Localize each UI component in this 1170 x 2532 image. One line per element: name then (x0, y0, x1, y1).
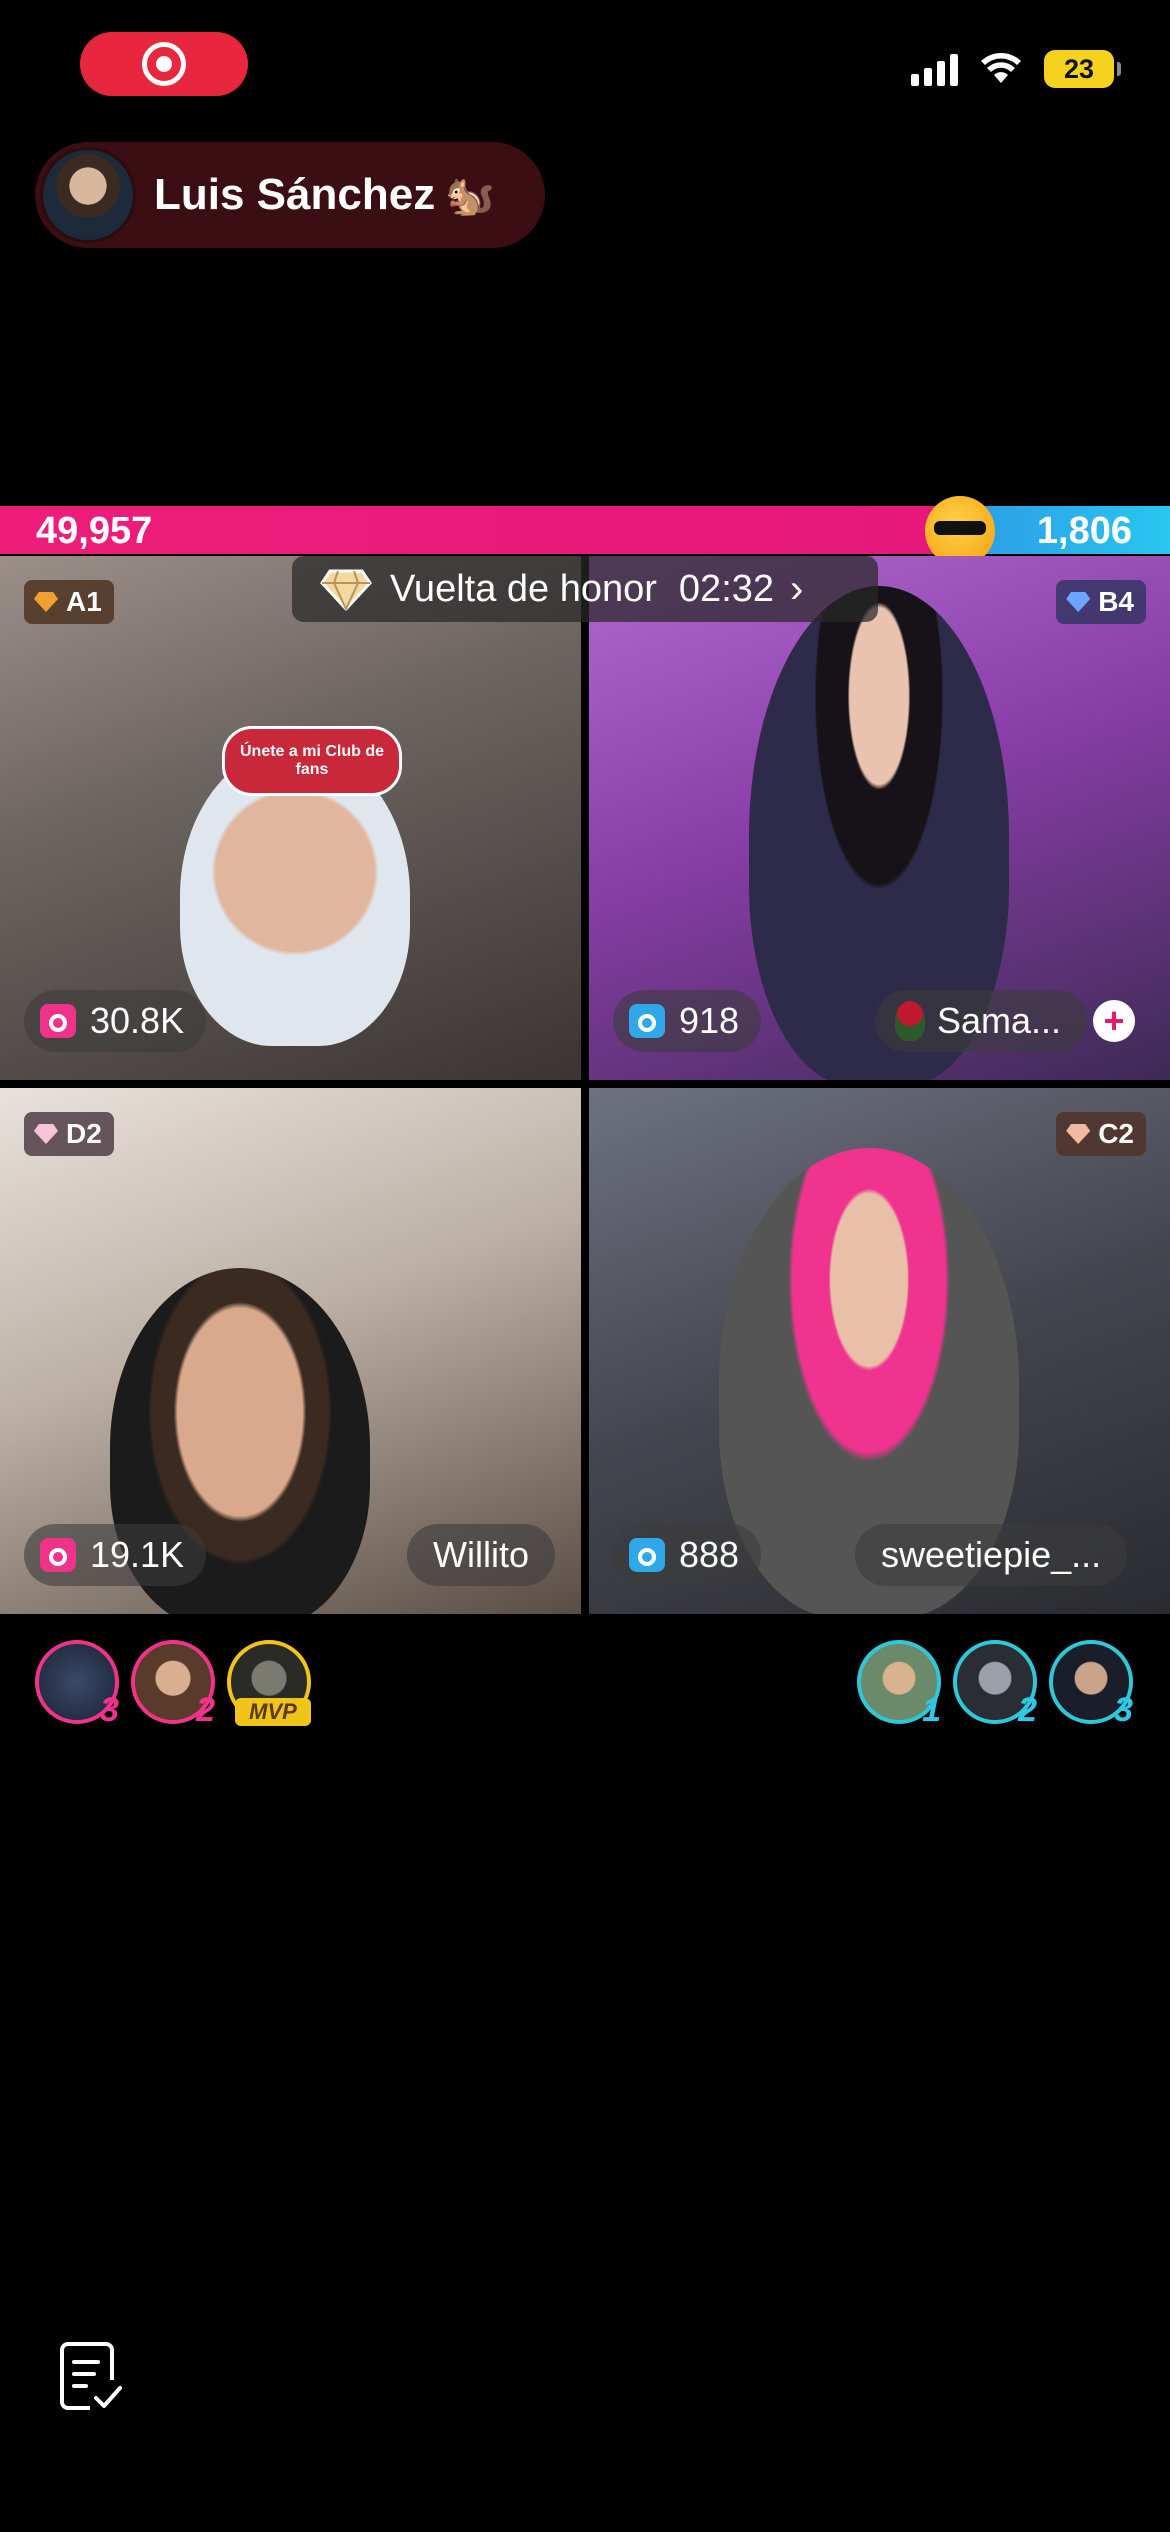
participant-name: Sama... (937, 1000, 1062, 1041)
gem-icon (34, 1124, 58, 1144)
notes-checklist-icon[interactable] (60, 2340, 122, 2412)
top-supporter-avatar[interactable]: 3 (35, 1640, 119, 1729)
mvp-badge: MVP (235, 1698, 311, 1726)
follow-plus-button[interactable]: + (1093, 1000, 1135, 1042)
gift-icon (40, 1538, 76, 1572)
honor-label: Vuelta de honor (390, 567, 657, 610)
participant-name: sweetiepie_... (881, 1534, 1102, 1575)
gem-icon (1066, 592, 1091, 612)
participant-name: Willito (433, 1534, 529, 1575)
rank-badge: A1 (24, 580, 114, 624)
gem-icon (1066, 1124, 1091, 1144)
screen-record-icon (142, 42, 186, 86)
top-supporter-avatar[interactable]: MVP (227, 1640, 311, 1726)
wifi-icon (981, 53, 1021, 83)
supporter-rank: 2 (196, 1691, 215, 1729)
rank-label: B4 (1098, 586, 1134, 617)
battery-charging-icon: 23 (1044, 50, 1121, 88)
rank-badge: C2 (1056, 1112, 1146, 1156)
honor-lap-timer[interactable]: Vuelta de honor 02:32 › (292, 556, 878, 622)
top-supporter-avatar[interactable]: 3 (1049, 1640, 1133, 1729)
rank-badge: B4 (1056, 580, 1146, 624)
host-name: Luis Sánchez (154, 170, 436, 219)
participant-score-chip[interactable]: 19.1K (24, 1524, 207, 1586)
participant-tile-1[interactable]: Únete a mi Club de fans A1 30.8K (0, 556, 581, 1080)
participant-score: 19.1K (90, 1534, 185, 1575)
gift-icon (629, 1004, 665, 1038)
battle-score-bar: 49,957 1,806 (0, 496, 1170, 566)
gift-icon (40, 1004, 76, 1038)
fan-club-sticker: Únete a mi Club de fans (222, 726, 402, 796)
participant-tile-4[interactable]: C2 888 sweetiepie_... (589, 1088, 1170, 1614)
status-bar-icons: 23 (911, 50, 1121, 88)
battery-level: 23 (1063, 53, 1095, 84)
honor-countdown: 02:32 (678, 567, 775, 610)
rose-icon (895, 1001, 925, 1041)
supporter-rank: 3 (1114, 1691, 1133, 1729)
chevron-right-icon: › (790, 566, 804, 611)
participant-tile-2[interactable]: B4 918 Sama... + (589, 556, 1170, 1080)
participant-score-chip[interactable]: 30.8K (24, 990, 207, 1052)
rank-label: D2 (66, 1118, 102, 1149)
participant-score: 888 (679, 1534, 740, 1575)
rank-badge: D2 (24, 1112, 114, 1156)
rank-label: A1 (66, 586, 102, 617)
screen-record-indicator[interactable] (80, 32, 248, 96)
avatar[interactable] (40, 147, 136, 243)
supporter-rank: 1 (922, 1691, 941, 1729)
participant-score-chip[interactable]: 888 (613, 1524, 762, 1586)
left-team-score: 49,957 (36, 510, 153, 552)
participant-name-chip[interactable]: Sama... (875, 990, 1088, 1052)
squirrel-icon: 🐿️ (445, 173, 495, 218)
supporter-rank: 3 (100, 1691, 119, 1729)
gift-icon (629, 1538, 665, 1572)
top-supporter-avatar[interactable]: 2 (953, 1640, 1037, 1729)
participant-score: 918 (679, 1000, 740, 1041)
host-profile-pill[interactable]: Luis Sánchez 🐿️ (35, 142, 545, 248)
top-supporter-avatar[interactable]: 2 (131, 1640, 215, 1729)
participant-tile-3[interactable]: D2 19.1K Willito (0, 1088, 581, 1614)
participant-score: 30.8K (90, 1000, 185, 1041)
rank-label: C2 (1098, 1118, 1134, 1149)
right-team-score: 1,806 (1036, 510, 1132, 552)
participant-name-chip[interactable]: Willito (407, 1524, 555, 1586)
supporter-rank: 2 (1018, 1691, 1037, 1729)
signal-icon (911, 52, 958, 86)
participant-score-chip[interactable]: 918 (613, 990, 762, 1052)
diamond-trophy-icon (320, 569, 372, 611)
fan-club-sticker-text: Únete a mi Club de fans (239, 743, 385, 778)
participant-name-chip[interactable]: sweetiepie_... (855, 1524, 1128, 1586)
top-supporter-avatar[interactable]: 1 (857, 1640, 941, 1729)
gem-icon (34, 592, 58, 612)
